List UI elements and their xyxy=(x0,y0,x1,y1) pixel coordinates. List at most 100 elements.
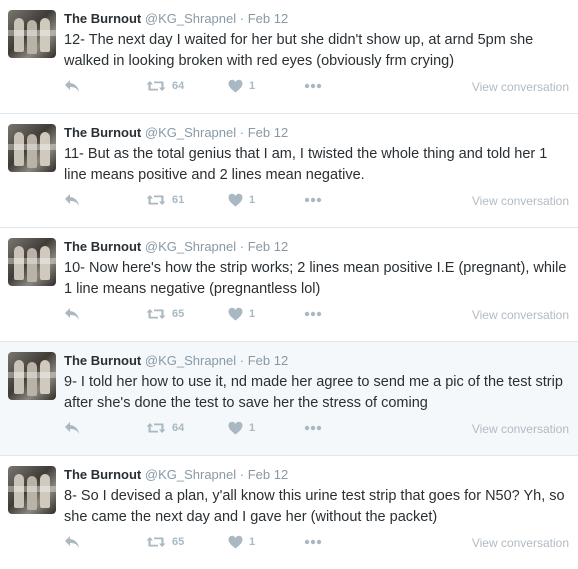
more-button[interactable] xyxy=(304,306,322,322)
reply-button[interactable] xyxy=(64,78,80,94)
avatar[interactable] xyxy=(8,466,56,514)
tweet-date[interactable]: Feb 12 xyxy=(248,125,288,140)
author-handle[interactable]: @KG_Shrapnel xyxy=(145,239,236,254)
tweet-header: The Burnout @KG_Shrapnel · Feb 12 xyxy=(64,10,288,28)
author-handle[interactable]: @KG_Shrapnel xyxy=(145,467,236,482)
view-conversation-link[interactable]: View conversation xyxy=(472,80,569,94)
more-button[interactable] xyxy=(304,78,322,94)
tweet[interactable]: The Burnout @KG_Shrapnel · Feb 12 9- I t… xyxy=(0,342,578,456)
reply-button[interactable] xyxy=(64,306,80,322)
header-separator: · xyxy=(239,353,245,368)
retweet-icon xyxy=(146,79,166,93)
view-conversation-link[interactable]: View conversation xyxy=(472,308,569,322)
author-name[interactable]: The Burnout xyxy=(64,353,141,368)
more-dots-icon xyxy=(304,83,322,89)
like-count: 1 xyxy=(249,194,256,206)
author-handle[interactable]: @KG_Shrapnel xyxy=(145,353,236,368)
author-name[interactable]: The Burnout xyxy=(64,125,141,140)
more-dots-icon xyxy=(304,197,322,203)
like-button[interactable]: 1 xyxy=(228,420,255,436)
tweet[interactable]: The Burnout @KG_Shrapnel · Feb 12 11- Bu… xyxy=(0,114,578,228)
tweet-header: The Burnout @KG_Shrapnel · Feb 12 xyxy=(64,238,288,256)
tweet-date[interactable]: Feb 12 xyxy=(248,353,288,368)
tweet-text: 12- The next day I waited for her but sh… xyxy=(64,32,534,69)
tweet-text: 9- I told her how to use it, nd made her… xyxy=(64,374,563,411)
retweet-button[interactable]: 64 xyxy=(146,420,184,436)
retweet-icon xyxy=(146,421,166,435)
tweet-date[interactable]: Feb 12 xyxy=(248,11,288,26)
like-count: 1 xyxy=(249,422,256,434)
retweet-count: 65 xyxy=(172,536,185,548)
heart-icon xyxy=(228,79,243,93)
tweet-header: The Burnout @KG_Shrapnel · Feb 12 xyxy=(64,124,288,142)
retweet-count: 64 xyxy=(172,422,185,434)
retweet-icon xyxy=(146,535,166,549)
like-count: 1 xyxy=(249,308,256,320)
more-button[interactable] xyxy=(304,534,322,550)
reply-arrow-icon xyxy=(64,307,80,321)
retweet-button[interactable]: 61 xyxy=(146,192,184,208)
retweet-button[interactable]: 64 xyxy=(146,78,184,94)
tweet-actions: 64 1 xyxy=(64,78,334,94)
like-count: 1 xyxy=(249,536,256,548)
more-dots-icon xyxy=(304,425,322,431)
header-separator: · xyxy=(239,125,245,140)
avatar[interactable] xyxy=(8,10,56,58)
author-name[interactable]: The Burnout xyxy=(64,467,141,482)
author-handle[interactable]: @KG_Shrapnel xyxy=(145,125,236,140)
tweet-text: 10- Now here's how the strip works; 2 li… xyxy=(64,260,567,297)
more-dots-icon xyxy=(304,539,322,545)
retweet-count: 61 xyxy=(172,194,185,206)
heart-icon xyxy=(228,535,243,549)
tweet-text: 8- So I devised a plan, y'all know this … xyxy=(64,488,565,525)
tweet-date[interactable]: Feb 12 xyxy=(248,467,288,482)
reply-arrow-icon xyxy=(64,421,80,435)
author-name[interactable]: The Burnout xyxy=(64,11,141,26)
heart-icon xyxy=(228,307,243,321)
retweet-button[interactable]: 65 xyxy=(146,306,184,322)
tweet-header: The Burnout @KG_Shrapnel · Feb 12 xyxy=(64,466,288,484)
tweet-actions: 65 1 xyxy=(64,306,334,322)
retweet-icon xyxy=(146,307,166,321)
tweet-text: 11- But as the total genius that I am, I… xyxy=(64,146,548,183)
like-count: 1 xyxy=(249,80,256,92)
avatar[interactable] xyxy=(8,238,56,286)
tweet-header: The Burnout @KG_Shrapnel · Feb 12 xyxy=(64,352,288,370)
reply-arrow-icon xyxy=(64,193,80,207)
tweet[interactable]: The Burnout @KG_Shrapnel · Feb 12 10- No… xyxy=(0,228,578,342)
reply-button[interactable] xyxy=(64,420,80,436)
tweet[interactable]: The Burnout @KG_Shrapnel · Feb 12 12- Th… xyxy=(0,0,578,114)
avatar[interactable] xyxy=(8,124,56,172)
header-separator: · xyxy=(239,11,245,26)
view-conversation-link[interactable]: View conversation xyxy=(472,194,569,208)
view-conversation-link[interactable]: View conversation xyxy=(472,422,569,436)
retweet-count: 65 xyxy=(172,308,185,320)
reply-arrow-icon xyxy=(64,535,80,549)
tweet-actions: 64 1 xyxy=(64,420,334,436)
reply-button[interactable] xyxy=(64,534,80,550)
author-name[interactable]: The Burnout xyxy=(64,239,141,254)
retweet-button[interactable]: 65 xyxy=(146,534,184,550)
like-button[interactable]: 1 xyxy=(228,78,255,94)
tweet[interactable]: The Burnout @KG_Shrapnel · Feb 12 8- So … xyxy=(0,456,578,569)
more-dots-icon xyxy=(304,311,322,317)
header-separator: · xyxy=(239,239,245,254)
author-handle[interactable]: @KG_Shrapnel xyxy=(145,11,236,26)
avatar[interactable] xyxy=(8,352,56,400)
reply-button[interactable] xyxy=(64,192,80,208)
retweet-count: 64 xyxy=(172,80,185,92)
heart-icon xyxy=(228,193,243,207)
tweet-actions: 61 1 xyxy=(64,192,334,208)
retweet-icon xyxy=(146,193,166,207)
tweet-feed: The Burnout @KG_Shrapnel · Feb 12 12- Th… xyxy=(0,0,578,569)
more-button[interactable] xyxy=(304,192,322,208)
more-button[interactable] xyxy=(304,420,322,436)
reply-arrow-icon xyxy=(64,79,80,93)
like-button[interactable]: 1 xyxy=(228,192,255,208)
like-button[interactable]: 1 xyxy=(228,534,255,550)
heart-icon xyxy=(228,421,243,435)
tweet-date[interactable]: Feb 12 xyxy=(248,239,288,254)
view-conversation-link[interactable]: View conversation xyxy=(472,536,569,550)
like-button[interactable]: 1 xyxy=(228,306,255,322)
header-separator: · xyxy=(239,467,245,482)
